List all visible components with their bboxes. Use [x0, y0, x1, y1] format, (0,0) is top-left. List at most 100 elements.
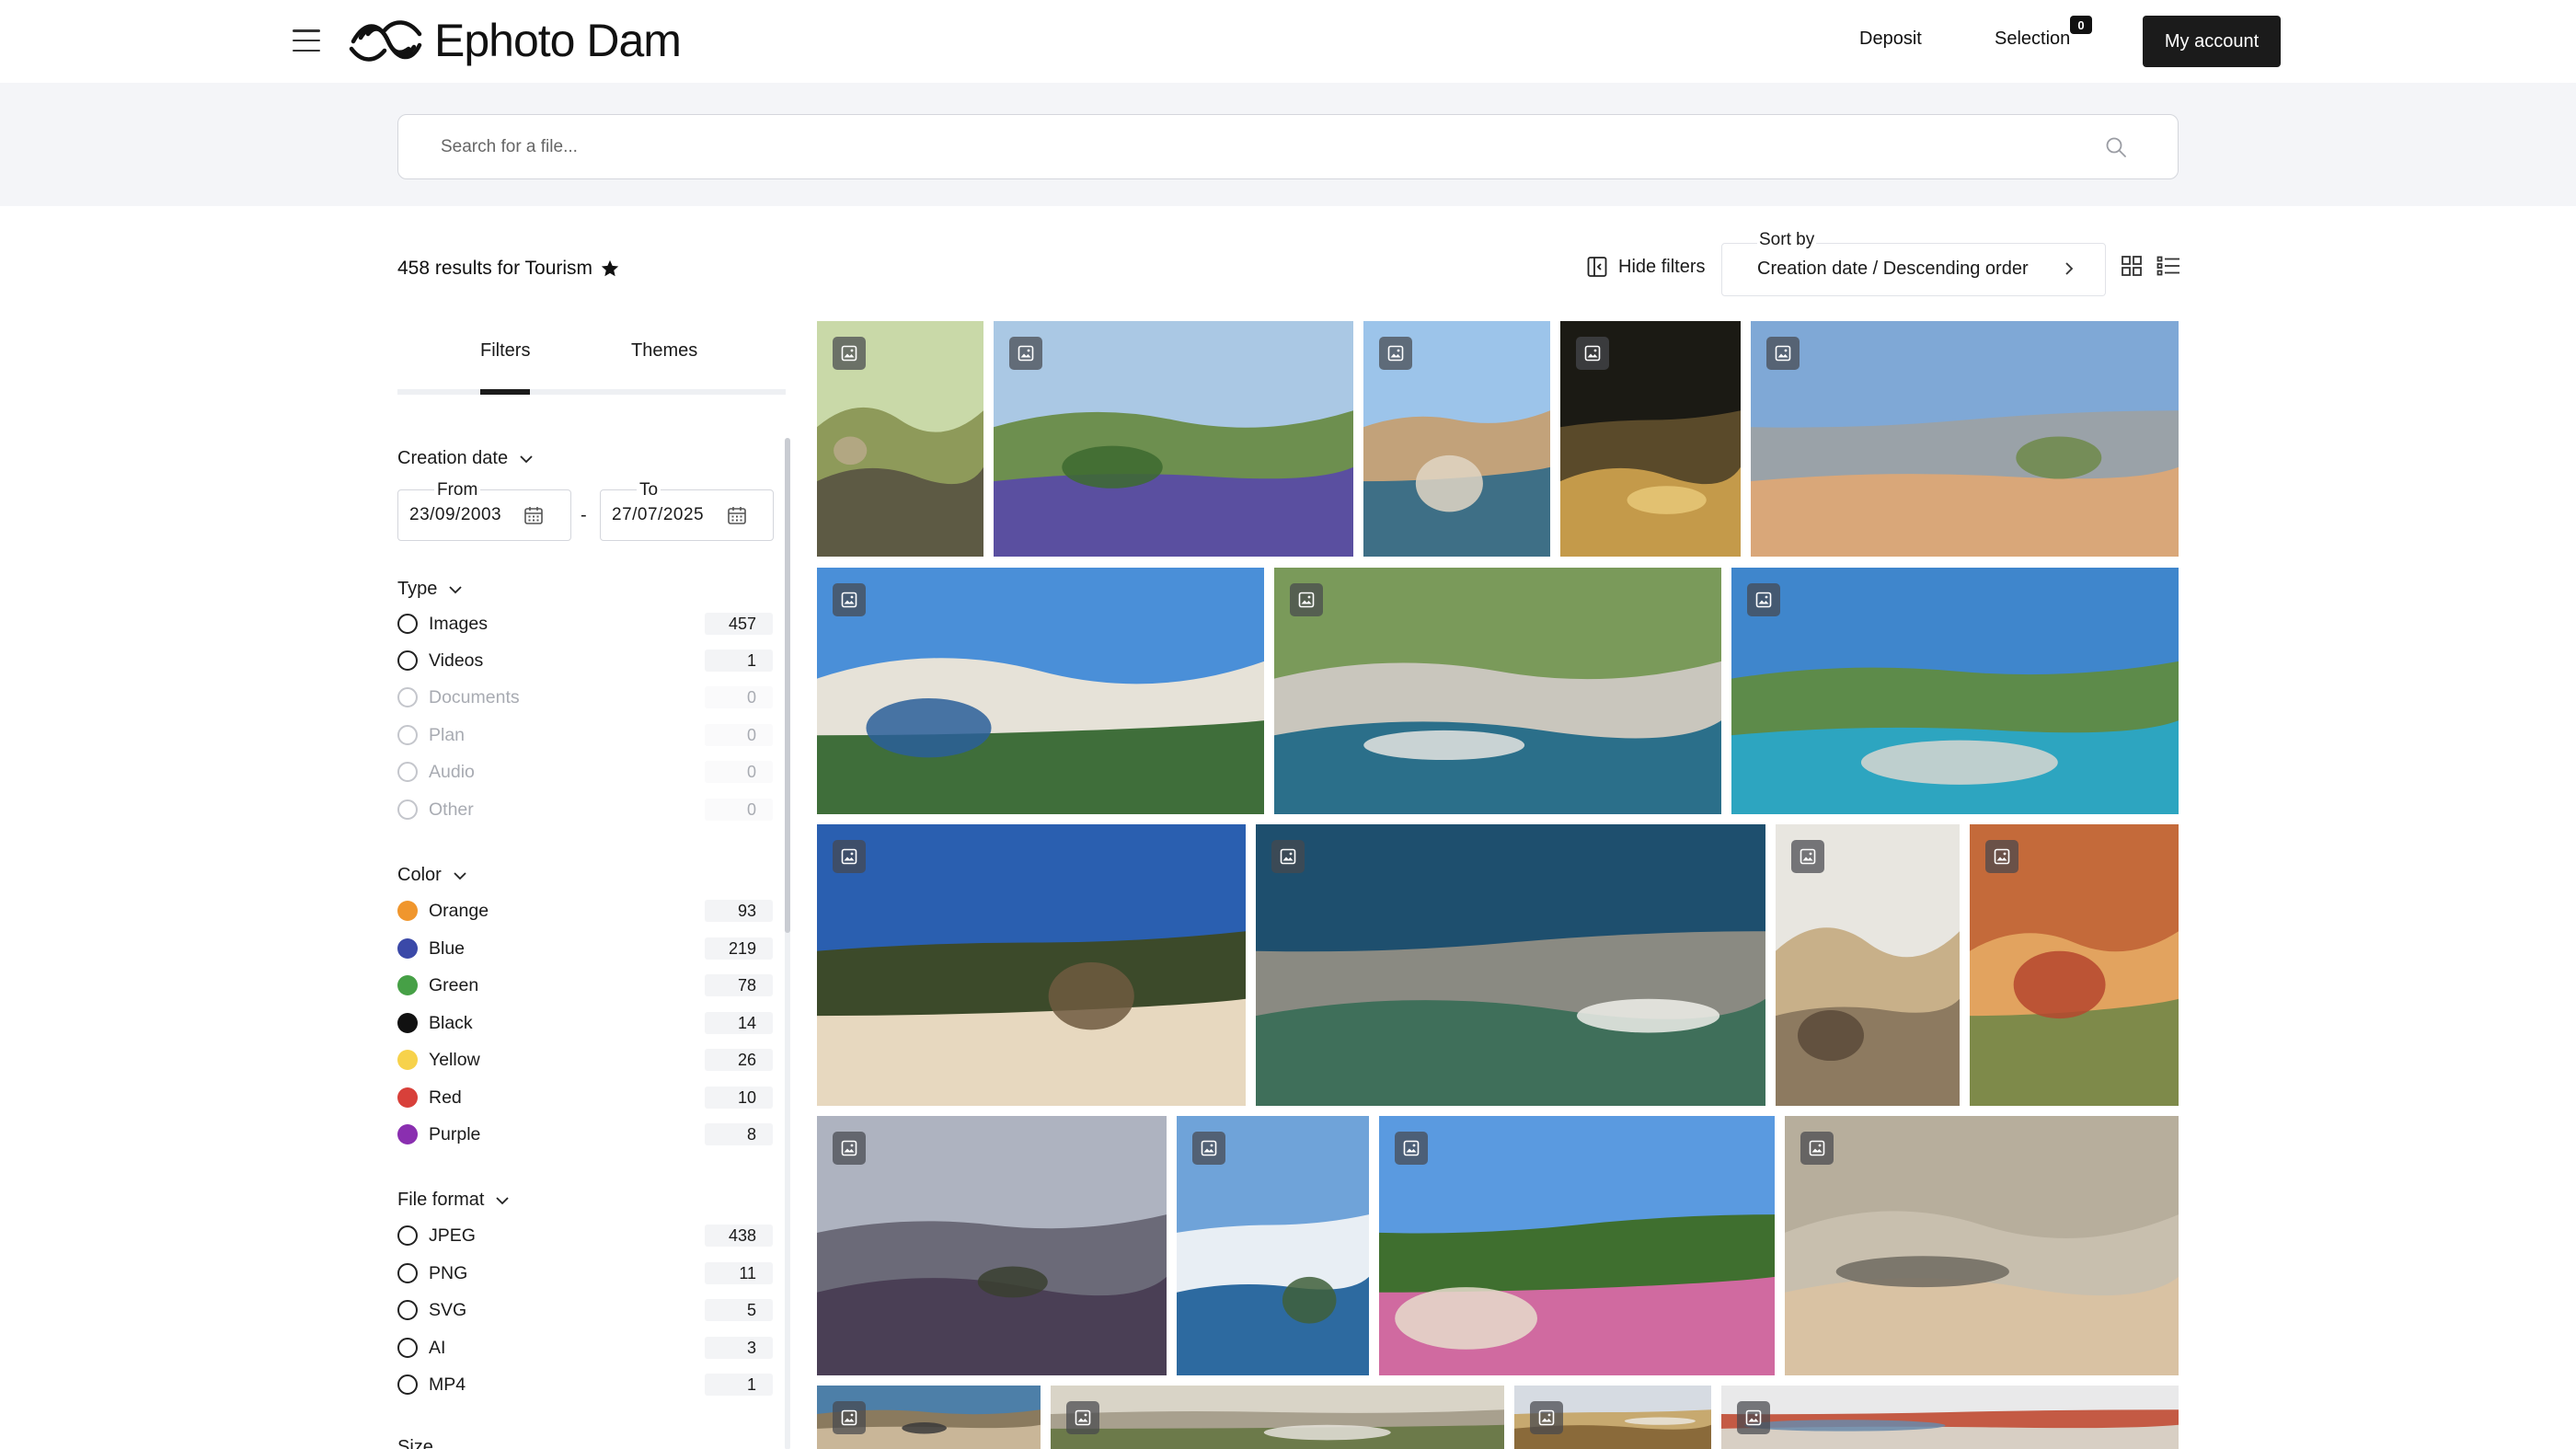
file-format-toggle[interactable]: File format	[397, 1190, 510, 1211]
search-input[interactable]	[441, 133, 2078, 161]
color-swatch[interactable]	[397, 1124, 418, 1144]
photo-thumbnail-chateau-behind-trees[interactable]	[817, 824, 1246, 1106]
photo-thumbnail-aerial-city-river-tower[interactable]	[1363, 321, 1550, 557]
photo-image	[817, 568, 1264, 814]
image-icon	[1298, 592, 1315, 608]
star-icon[interactable]	[600, 259, 620, 279]
image-type-badge	[833, 1401, 866, 1434]
calendar-icon[interactable]	[523, 505, 544, 525]
photo-thumbnail-harbor-buildings[interactable]	[1721, 1386, 2179, 1449]
color-swatch[interactable]	[397, 1087, 418, 1108]
option-count: 3	[705, 1337, 773, 1359]
photo-thumbnail-limestone-cliffs[interactable]	[1051, 1386, 1504, 1449]
photo-thumbnail-statue-sky[interactable]	[817, 1386, 1041, 1449]
photo-thumbnail-nice-promenade-aerial[interactable]	[1785, 1116, 2179, 1375]
photo-thumbnail-eze-village-sea-view[interactable]	[1177, 1116, 1369, 1375]
results-summary-text: 458 results for Tourism	[397, 258, 593, 279]
radio-button[interactable]	[397, 1374, 418, 1395]
photo-thumbnail-hillside-village-flowers[interactable]	[1379, 1116, 1775, 1375]
radio-button[interactable]	[397, 1225, 418, 1246]
list-view-icon[interactable]	[2156, 255, 2180, 277]
photo-thumbnail-village-stone-bridge[interactable]	[1751, 321, 2179, 557]
option-count: 26	[705, 1049, 773, 1071]
type-option-videos[interactable]: Videos 1	[397, 647, 773, 674]
photo-thumbnail-calanque-harbor-aerial[interactable]	[1274, 568, 1721, 814]
photo-thumbnail-lavender-field[interactable]	[994, 321, 1353, 557]
photo-thumbnail-coastal-cliff-sea[interactable]	[817, 568, 1264, 814]
format-option-mp4[interactable]: MP4 1	[397, 1371, 773, 1398]
color-option-yellow[interactable]: Yellow 26	[397, 1046, 773, 1074]
photo-image	[817, 824, 1246, 1106]
color-option-orange[interactable]: Orange 93	[397, 897, 773, 925]
image-type-badge	[1271, 840, 1305, 873]
image-icon	[841, 1140, 857, 1156]
color-option-blue[interactable]: Blue 219	[397, 935, 773, 962]
grid-view-icon[interactable]	[2121, 255, 2143, 277]
image-type-badge	[833, 583, 866, 616]
photo-thumbnail-rocky-coast-aerial[interactable]	[1256, 824, 1765, 1106]
image-type-badge	[833, 337, 866, 370]
radio-button[interactable]	[397, 614, 418, 634]
image-type-badge	[1379, 337, 1412, 370]
nav-selection[interactable]: Selection	[1995, 29, 2070, 50]
photo-thumbnail-calanque-turquoise-cove[interactable]	[1731, 568, 2179, 814]
photo-thumbnail-hotel-martinez-facade[interactable]	[1560, 321, 1741, 557]
radio-button[interactable]	[397, 1300, 418, 1320]
brand-logo[interactable]: Ephoto Dam	[348, 13, 682, 68]
option-count: 93	[705, 900, 773, 922]
option-count: 0	[705, 799, 773, 821]
format-option-svg[interactable]: SVG 5	[397, 1296, 773, 1324]
color-swatch[interactable]	[397, 901, 418, 921]
photo-image	[1379, 1116, 1775, 1375]
photo-thumbnail-old-town-street-lamp[interactable]	[1776, 824, 1960, 1106]
color-option-red[interactable]: Red 10	[397, 1084, 773, 1111]
radio-button[interactable]	[397, 650, 418, 671]
menu-icon[interactable]	[293, 29, 320, 52]
chevron-down-icon	[496, 1196, 510, 1204]
color-toggle[interactable]: Color	[397, 865, 467, 886]
color-swatch[interactable]	[397, 938, 418, 959]
format-option-ai[interactable]: AI 3	[397, 1334, 773, 1362]
search-box[interactable]	[397, 114, 2179, 179]
option-label: Green	[429, 974, 479, 995]
nav-deposit[interactable]: Deposit	[1859, 29, 1922, 50]
search-icon[interactable]	[2104, 135, 2128, 159]
tab-themes[interactable]: Themes	[631, 340, 697, 362]
color-swatch[interactable]	[397, 1013, 418, 1033]
photo-thumbnail-lavender-rows-tree[interactable]	[817, 1116, 1167, 1375]
date-from-label: From	[434, 480, 481, 500]
format-option-jpeg[interactable]: JPEG 438	[397, 1222, 773, 1249]
color-option-purple[interactable]: Purple 8	[397, 1121, 773, 1148]
image-icon	[1994, 848, 2010, 865]
option-count: 78	[705, 974, 773, 996]
photo-thumbnail-stone-arch-alley[interactable]	[1970, 824, 2179, 1106]
date-to-label: To	[637, 480, 661, 500]
image-type-badge	[833, 1132, 866, 1165]
hide-filters-button[interactable]: Hide filters	[1587, 256, 1705, 278]
type-option-images[interactable]: Images 457	[397, 610, 773, 638]
my-account-button[interactable]: My account	[2143, 16, 2281, 67]
calendar-icon[interactable]	[727, 505, 747, 525]
color-option-green[interactable]: Green 78	[397, 972, 773, 999]
sidebar-scrollbar-thumb[interactable]	[785, 438, 790, 933]
tab-filters[interactable]: Filters	[480, 340, 530, 362]
option-count: 14	[705, 1012, 773, 1034]
type-toggle[interactable]: Type	[397, 579, 463, 600]
sort-value: Creation date / Descending order	[1757, 259, 2029, 279]
option-count: 457	[705, 613, 773, 635]
format-option-png[interactable]: PNG 11	[397, 1259, 773, 1287]
image-type-badge	[1576, 337, 1609, 370]
color-swatch[interactable]	[397, 1050, 418, 1070]
creation-date-toggle[interactable]: Creation date	[397, 448, 534, 469]
size-toggle[interactable]: Size	[397, 1437, 433, 1449]
photo-thumbnail-village-stone-path[interactable]	[817, 321, 983, 557]
image-type-badge	[1737, 1401, 1770, 1434]
radio-button[interactable]	[397, 1263, 418, 1283]
color-option-black[interactable]: Black 14	[397, 1009, 773, 1037]
image-icon	[1584, 345, 1601, 362]
photo-thumbnail-village-church-tower[interactable]	[1514, 1386, 1711, 1449]
color-swatch[interactable]	[397, 975, 418, 995]
option-label: Orange	[429, 900, 489, 921]
option-count: 219	[705, 937, 773, 960]
radio-button[interactable]	[397, 1338, 418, 1358]
